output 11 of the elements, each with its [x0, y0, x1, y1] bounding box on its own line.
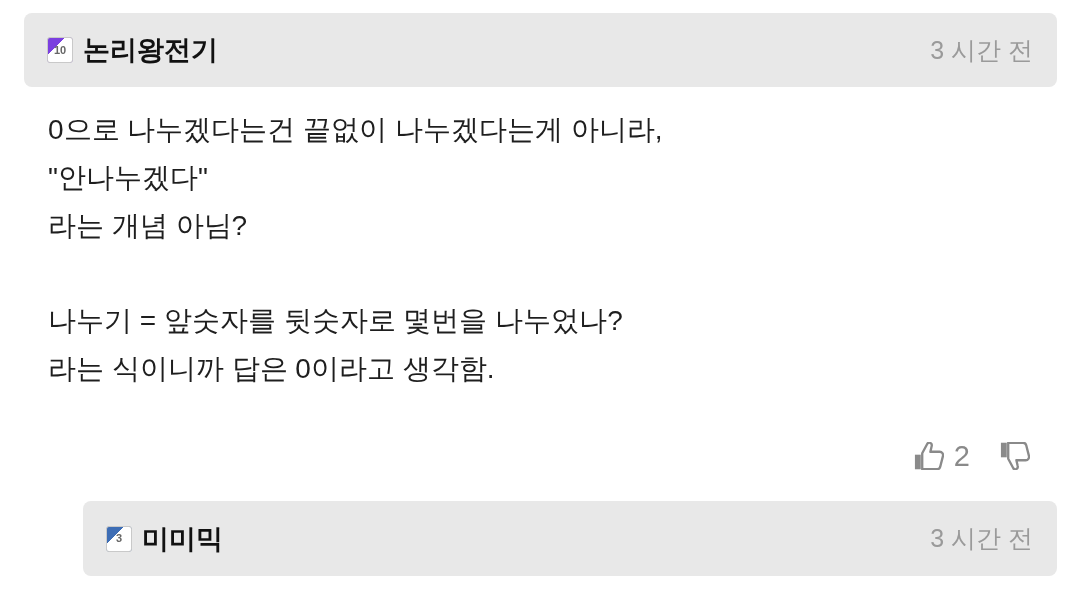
timestamp: 3 시간 전: [930, 34, 1033, 66]
comment-text: 나누기 = 앞숫자를 뒷숫자로 몇번을 나누었나? 라는 식이니까 답은 0이라고 생각함.: [48, 304, 624, 386]
dislike-button[interactable]: [1000, 442, 1030, 470]
comment-text: 0으로 나누겠다는건 끝없이 나누겠다는게 아니라, "안나누겠다" 라는 개념 아님?: [48, 113, 664, 243]
thumbs-up-icon: [913, 442, 944, 470]
timestamp: 3 시간 전: [930, 523, 1033, 554]
author-name[interactable]: 미미믹: [142, 520, 223, 557]
level-badge: 10: [47, 37, 73, 63]
level-badge: 3: [106, 525, 132, 552]
author-name[interactable]: 논리왕전기: [83, 32, 218, 68]
thumbs-down-icon: [1000, 442, 1030, 470]
